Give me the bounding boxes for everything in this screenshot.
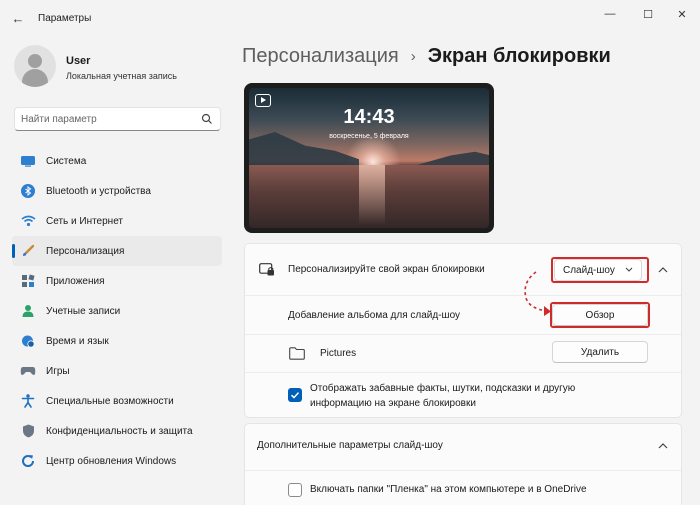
sidebar-item-label: Центр обновления Windows bbox=[46, 455, 177, 467]
slideshow-options-title: Дополнительные параметры слайд-шоу bbox=[257, 440, 443, 451]
bluetooth-icon bbox=[20, 183, 36, 199]
add-album-label: Добавление альбома для слайд-шоу bbox=[288, 310, 461, 321]
lock-screen-preview: 14:43 воскресенье, 5 февраля bbox=[244, 83, 494, 233]
title-bar: ← Параметры — ☐ ✕ bbox=[0, 0, 700, 36]
chevron-up-icon[interactable] bbox=[658, 266, 668, 273]
back-button[interactable]: ← bbox=[8, 8, 28, 28]
system-icon bbox=[20, 153, 36, 169]
sidebar-item-label: Конфиденциальность и защита bbox=[46, 425, 193, 437]
avatar-body bbox=[22, 69, 48, 87]
sidebar-item-personalization[interactable]: Персонализация bbox=[12, 236, 222, 266]
slideshow-options-header[interactable]: Дополнительные параметры слайд-шоу bbox=[245, 424, 681, 470]
gamepad-icon bbox=[20, 363, 36, 379]
maximize-button[interactable]: ☐ bbox=[638, 6, 658, 22]
active-indicator bbox=[12, 244, 15, 258]
sidebar-item-system[interactable]: Система bbox=[12, 146, 222, 176]
sidebar-item-label: Игры bbox=[46, 365, 70, 377]
sidebar-item-time-language[interactable]: Время и язык bbox=[12, 326, 222, 356]
preview-time: 14:43 bbox=[343, 106, 395, 128]
remove-button[interactable]: Удалить bbox=[552, 341, 648, 363]
add-album-row: Добавление альбома для слайд-шоу Обзор bbox=[245, 295, 681, 334]
close-button[interactable]: ✕ bbox=[672, 6, 692, 22]
back-arrow-icon: ← bbox=[11, 10, 25, 26]
lock-screen-settings-card: Персонализируйте свой экран блокировки С… bbox=[244, 243, 682, 418]
search-icon[interactable] bbox=[201, 113, 213, 125]
camera-roll-checkbox[interactable] bbox=[288, 483, 302, 497]
checkmark-icon bbox=[290, 392, 300, 399]
sidebar-item-apps[interactable]: Приложения bbox=[12, 266, 222, 296]
pictures-folder-row: Pictures Удалить bbox=[245, 334, 681, 372]
sidebar-item-gaming[interactable]: Игры bbox=[12, 356, 222, 386]
sidebar-item-bluetooth[interactable]: Bluetooth и устройства bbox=[12, 176, 222, 206]
sidebar-nav: Система Bluetooth и устройства Сеть и Ин… bbox=[12, 146, 222, 476]
fun-facts-row: Отображать забавные факты, шутки, подска… bbox=[245, 372, 681, 418]
minimize-button[interactable]: — bbox=[600, 6, 620, 22]
sidebar-item-label: Сеть и Интернет bbox=[46, 215, 124, 227]
close-icon: ✕ bbox=[677, 8, 687, 21]
folder-name: Pictures bbox=[320, 348, 357, 359]
minimize-icon: — bbox=[604, 8, 616, 20]
sidebar-item-label: Bluetooth и устройства bbox=[46, 185, 151, 197]
preview-reflection bbox=[359, 165, 385, 225]
breadcrumb: Персонализация › Экран блокировки bbox=[242, 45, 611, 68]
sidebar-item-windows-update[interactable]: Центр обновления Windows bbox=[12, 446, 222, 476]
sidebar-item-label: Учетные записи bbox=[46, 305, 121, 317]
camera-roll-row: Включать папки "Пленка" на этом компьюте… bbox=[245, 470, 681, 505]
accounts-icon bbox=[20, 303, 36, 319]
dropdown-highlight-box bbox=[551, 257, 649, 283]
maximize-icon: ☐ bbox=[643, 8, 653, 21]
user-card[interactable]: User Локальная учетная запись bbox=[14, 45, 224, 93]
sidebar-item-label: Персонализация bbox=[46, 245, 125, 257]
fun-facts-label-line2: информацию на экране блокировки bbox=[310, 398, 476, 409]
browse-highlight-box bbox=[550, 302, 650, 328]
breadcrumb-separator: › bbox=[410, 48, 416, 65]
brush-icon bbox=[20, 243, 36, 259]
preview-screen: 14:43 воскресенье, 5 февраля bbox=[249, 88, 489, 228]
avatar-head bbox=[28, 54, 42, 68]
account-type: Локальная учетная запись bbox=[66, 71, 177, 81]
fun-facts-label-line1: Отображать забавные факты, шутки, подска… bbox=[310, 383, 576, 394]
accessibility-icon bbox=[20, 393, 36, 409]
globe-clock-icon bbox=[20, 333, 36, 349]
apps-icon bbox=[20, 273, 36, 289]
slideshow-options-card: Дополнительные параметры слайд-шоу Включ… bbox=[244, 423, 682, 505]
wifi-icon bbox=[20, 213, 36, 229]
update-icon bbox=[20, 453, 36, 469]
sidebar-item-accessibility[interactable]: Специальные возможности bbox=[12, 386, 222, 416]
chevron-up-icon[interactable] bbox=[658, 442, 668, 449]
preview-date: воскресенье, 5 февраля bbox=[329, 133, 409, 140]
sidebar-item-accounts[interactable]: Учетные записи bbox=[12, 296, 222, 326]
lock-screen-icon bbox=[259, 263, 274, 276]
sidebar-item-label: Время и язык bbox=[46, 335, 109, 347]
sidebar-item-label: Система bbox=[46, 155, 87, 167]
search-input[interactable] bbox=[21, 111, 196, 127]
folder-icon bbox=[289, 347, 305, 360]
camera-roll-label: Включать папки "Пленка" на этом компьюте… bbox=[310, 484, 587, 495]
personalize-lock-label: Персонализируйте свой экран блокировки bbox=[288, 264, 485, 275]
sidebar-item-network[interactable]: Сеть и Интернет bbox=[12, 206, 222, 236]
sidebar-item-label: Специальные возможности bbox=[46, 395, 174, 407]
sidebar-item-privacy[interactable]: Конфиденциальность и защита bbox=[12, 416, 222, 446]
avatar bbox=[14, 45, 56, 87]
breadcrumb-parent[interactable]: Персонализация bbox=[242, 45, 399, 68]
sidebar-item-label: Приложения bbox=[46, 275, 105, 287]
annotation-arrow bbox=[524, 271, 551, 316]
page-title: Экран блокировки bbox=[427, 45, 611, 67]
user-name: User bbox=[66, 55, 91, 67]
shield-icon bbox=[20, 423, 36, 439]
app-title: Параметры bbox=[38, 13, 92, 24]
search-box[interactable] bbox=[14, 107, 221, 131]
personalize-lock-row: Персонализируйте свой экран блокировки С… bbox=[245, 244, 681, 295]
fun-facts-checkbox[interactable] bbox=[288, 388, 302, 402]
